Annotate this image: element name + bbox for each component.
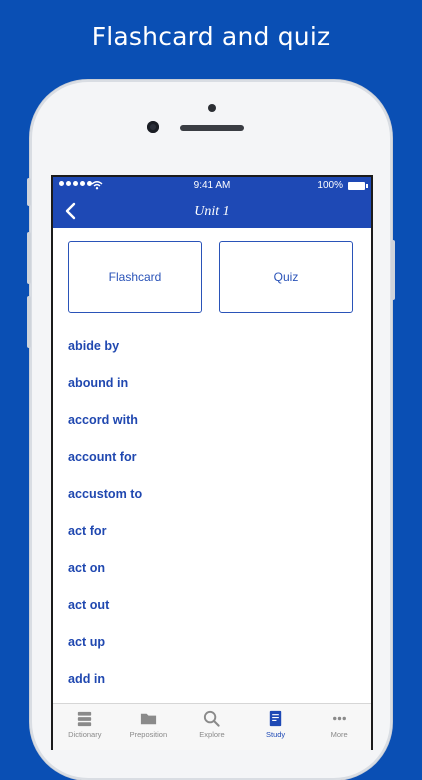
list-item[interactable]: account for bbox=[68, 438, 358, 475]
battery-icon bbox=[348, 182, 368, 190]
phrase-list: abide by abound in accord with account f… bbox=[68, 327, 358, 697]
search-icon bbox=[204, 710, 221, 727]
screen: 9:41 AM 100% Unit 1 Flashcard Quiz abide… bbox=[51, 175, 373, 750]
tab-explore[interactable]: Explore bbox=[180, 704, 244, 750]
battery-percent: 100% bbox=[317, 180, 343, 191]
tab-label: Study bbox=[265, 730, 286, 739]
tab-dictionary[interactable]: Dictionary bbox=[53, 704, 117, 750]
list-item[interactable]: act on bbox=[68, 549, 358, 586]
more-icon bbox=[332, 716, 346, 721]
folder-icon bbox=[140, 713, 156, 725]
list-item[interactable]: act for bbox=[68, 512, 358, 549]
tab-label: More bbox=[330, 730, 348, 739]
side-button-volume-down bbox=[27, 232, 31, 284]
study-mode-cards: Flashcard Quiz bbox=[68, 241, 358, 315]
tab-label: Dictionary bbox=[68, 730, 102, 739]
side-button-volume-up bbox=[27, 178, 31, 206]
list-item[interactable]: abound in bbox=[68, 364, 358, 401]
tab-more[interactable]: More bbox=[307, 704, 371, 750]
side-button-mute bbox=[27, 296, 31, 348]
status-bar: 9:41 AM 100% bbox=[53, 177, 371, 195]
tab-bar: Dictionary Preposition Explore Study Mor… bbox=[53, 703, 371, 750]
tab-label: Explore bbox=[199, 730, 225, 739]
tab-study[interactable]: Study bbox=[244, 704, 308, 750]
front-camera bbox=[147, 121, 159, 133]
list-item[interactable]: act up bbox=[68, 623, 358, 660]
dictionary-icon bbox=[78, 711, 92, 727]
phone-camera bbox=[208, 104, 216, 112]
flashcard-button[interactable]: Flashcard bbox=[68, 241, 202, 313]
tab-label: Preposition bbox=[129, 730, 168, 739]
nav-title: Unit 1 bbox=[194, 204, 230, 219]
list-item[interactable]: act out bbox=[68, 586, 358, 623]
nav-bar: Unit 1 bbox=[53, 195, 371, 228]
side-button-power bbox=[391, 240, 395, 300]
list-item[interactable]: abide by bbox=[68, 327, 358, 364]
study-icon bbox=[269, 710, 282, 727]
list-item[interactable]: accustom to bbox=[68, 475, 358, 512]
earpiece-speaker bbox=[180, 125, 244, 131]
list-item[interactable]: add in bbox=[68, 660, 358, 697]
quiz-button[interactable]: Quiz bbox=[219, 241, 353, 313]
headline: Flashcard and quiz bbox=[91, 22, 331, 51]
list-item[interactable]: accord with bbox=[68, 401, 358, 438]
tab-preposition[interactable]: Preposition bbox=[117, 704, 181, 750]
